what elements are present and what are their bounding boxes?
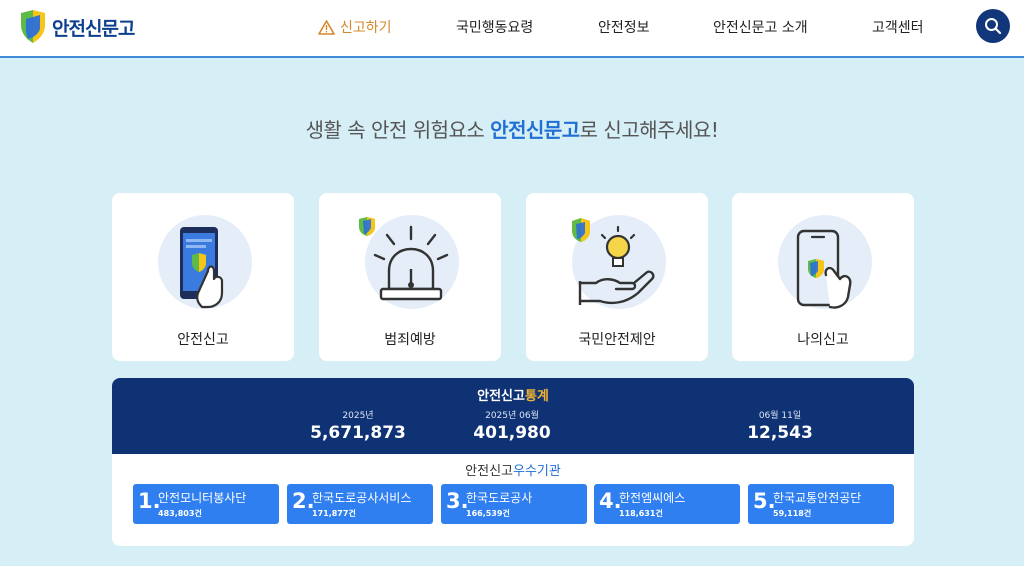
- nav-safety-info[interactable]: 안전정보: [598, 17, 650, 37]
- nav-about[interactable]: 안전신문고 소개: [713, 17, 808, 37]
- headline-suffix: 로 신고해주세요!: [579, 118, 719, 142]
- idea-hand-icon: [572, 218, 655, 305]
- org-count: 59,118건: [773, 509, 812, 518]
- org-count: 166,539건: [466, 509, 510, 518]
- org-count: 171,877건: [312, 509, 356, 518]
- stats-title-highlight: 통계: [524, 389, 549, 404]
- stat-label: 2025년 06월: [485, 411, 539, 421]
- site-header: 안전신문고 신고하기 국민행동요령 안전정보 안전신문고 소개 고객센터: [0, 0, 1024, 58]
- site-logo[interactable]: 안전신문고: [18, 9, 135, 45]
- stat-monthly: 2025년 06월 401,980: [402, 408, 622, 443]
- org-name: 안전모니터봉사단: [158, 491, 247, 505]
- shield-logo-icon: [21, 10, 45, 43]
- orgs-title-highlight: 우수기관: [513, 464, 561, 479]
- top-org-3[interactable]: 3. 한국도로공사 166,539건: [441, 484, 587, 524]
- org-name: 한국도로공사: [466, 491, 533, 505]
- headline-prefix: 생활 속 안전 위험요소: [305, 118, 491, 142]
- nav-report[interactable]: 신고하기: [318, 17, 392, 37]
- org-count: 118,631건: [619, 509, 663, 518]
- stats-title: 안전신고통계: [112, 385, 914, 404]
- warning-icon: [318, 19, 335, 35]
- logo-text: 안전신문고: [52, 17, 135, 40]
- headline-brand: 안전신문고: [490, 118, 580, 142]
- card-label: 안전신고: [177, 332, 229, 348]
- card-my-reports[interactable]: 나의신고: [732, 193, 914, 361]
- stat-label: 06월 11일: [758, 411, 802, 421]
- org-name: 한국교통안전공단: [773, 491, 862, 505]
- search-icon: [985, 18, 1002, 35]
- org-count: 483,803건: [158, 509, 202, 518]
- siren-icon: [359, 217, 449, 301]
- main-headline: 생활 속 안전 위험요소 안전신문고로 신고해주세요!: [0, 114, 1024, 143]
- search-button[interactable]: [976, 9, 1010, 43]
- top-org-5[interactable]: 5. 한국교통안전공단 59,118건: [748, 484, 894, 524]
- top-org-2[interactable]: 2. 한국도로공사서비스 171,877건: [287, 484, 433, 524]
- top-orgs-title: 안전신고우수기관: [112, 460, 914, 479]
- card-crime-prevention[interactable]: 범죄예방: [319, 193, 501, 361]
- stats-title-main: 안전신고: [477, 389, 525, 404]
- top-org-1[interactable]: 1. 안전모니터봉사단 483,803건: [133, 484, 279, 524]
- stat-daily: 06월 11일 12,543: [670, 408, 890, 443]
- orgs-title-main: 안전신고: [465, 464, 513, 479]
- my-report-phone-icon: [796, 229, 852, 309]
- nav-customer-center[interactable]: 고객센터: [872, 17, 924, 37]
- card-citizen-proposal[interactable]: 국민안전제안: [526, 193, 708, 361]
- report-statistics: 안전신고통계 2025년 5,671,873 2025년 06월 401,980…: [112, 378, 914, 454]
- card-label: 나의신고: [797, 332, 849, 348]
- nav-action-guide[interactable]: 국민행동요령: [456, 17, 533, 37]
- card-safety-report[interactable]: 안전신고: [112, 193, 294, 361]
- org-name: 한국도로공사서비스: [312, 491, 412, 505]
- org-name: 한전엠씨에스: [619, 491, 686, 505]
- card-label: 국민안전제안: [578, 332, 656, 348]
- nav-report-label: 신고하기: [340, 20, 392, 36]
- stat-value: 12,543: [747, 423, 813, 443]
- card-label: 범죄예방: [384, 332, 436, 348]
- top-org-4[interactable]: 4. 한전엠씨에스 118,631건: [594, 484, 740, 524]
- phone-report-icon: [180, 227, 224, 309]
- stats-panel: 안전신고통계 2025년 5,671,873 2025년 06월 401,980…: [112, 378, 914, 546]
- stat-value: 401,980: [473, 423, 551, 443]
